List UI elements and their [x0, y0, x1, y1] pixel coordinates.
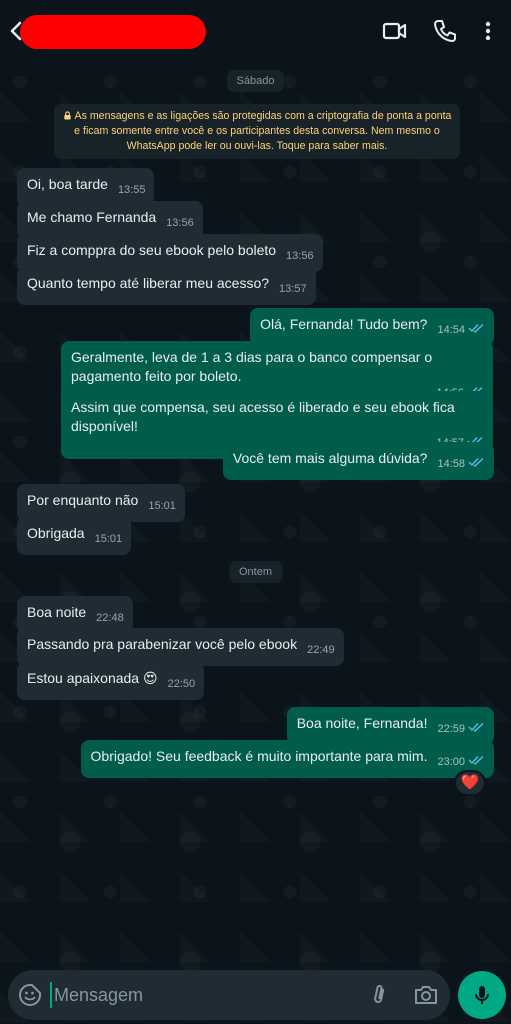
date-separator: Sábado: [226, 70, 285, 92]
message-text: Geralmente, leva de 1 a 3 dias para o ba…: [71, 349, 433, 384]
video-call-button[interactable]: [382, 18, 408, 44]
message-time: 22:48: [96, 612, 124, 624]
message-incoming[interactable]: Obrigada 15:01: [17, 517, 132, 555]
heart-reaction[interactable]: ❤️: [454, 770, 486, 796]
message-text: Obrigada: [27, 525, 85, 541]
message-text: Fiz a comppra do seu ebook pelo boleto: [27, 242, 277, 258]
contact-name-redacted[interactable]: [20, 15, 206, 49]
composer-bar: [8, 970, 450, 1020]
lock-icon: [63, 111, 71, 120]
message-time: 13:56: [166, 217, 194, 229]
message-time: 14:58: [437, 458, 465, 470]
message-incoming[interactable]: Passando pra parabenizar você pelo ebook…: [17, 628, 344, 666]
microphone-icon: [475, 986, 489, 1004]
message-text: Estou apaixonada 😍: [27, 670, 158, 686]
message-time: 22:59: [437, 723, 465, 735]
message-time: 22:50: [167, 678, 196, 690]
message-time: 14:54: [437, 324, 465, 336]
paperclip-icon: [374, 984, 385, 1003]
read-ticks-icon: [468, 457, 484, 467]
message-text: Olá, Fernanda! Tudo bem?: [260, 316, 428, 332]
message-time: 15:01: [148, 500, 176, 512]
voice-message-button[interactable]: [458, 971, 506, 1019]
message-text: Me chamo Fernanda: [27, 209, 157, 225]
message-text: Boa noite: [27, 604, 87, 620]
message-input[interactable]: [50, 982, 350, 1008]
encryption-notice[interactable]: As mensagens e as ligações são protegida…: [54, 104, 460, 159]
camera-icon: [415, 986, 437, 1004]
read-ticks-icon: [468, 323, 484, 333]
voice-call-button[interactable]: [432, 18, 458, 44]
date-separator: Ontem: [228, 561, 283, 583]
read-ticks-icon: [468, 722, 484, 732]
message-time: 13:56: [286, 250, 314, 262]
chat-header: [0, 0, 511, 62]
message-time: 13:57: [279, 283, 307, 295]
message-text: Passando pra parabenizar você pelo ebook: [27, 636, 298, 652]
encryption-notice-text: As mensagens e as ligações são protegida…: [74, 110, 452, 152]
more-vert-icon: [485, 21, 491, 41]
message-time: 22:49: [307, 644, 335, 656]
message-text: Por enquanto não: [27, 492, 139, 508]
message-text: Obrigado! Seu feedback é muito important…: [90, 748, 428, 764]
message-time: 15:01: [94, 533, 123, 545]
emoji-button[interactable]: [18, 983, 42, 1007]
message-text: Você tem mais alguma dúvida?: [232, 450, 428, 466]
message-incoming[interactable]: Estou apaixonada 😍 22:50: [17, 662, 205, 700]
message-text: Quanto tempo até liberar meu acesso?: [27, 275, 270, 291]
attach-button[interactable]: [367, 983, 391, 1007]
read-ticks-icon: [468, 755, 484, 765]
message-incoming[interactable]: Quanto tempo até liberar meu acesso? 13:5…: [17, 267, 316, 305]
message-time: 13:55: [117, 184, 146, 196]
message-outgoing[interactable]: Obrigado! Seu feedback é muito important…: [80, 740, 494, 778]
menu-button[interactable]: [477, 18, 503, 44]
message-text: Oi, boa tarde: [27, 176, 108, 192]
sticker-emoji-icon: [19, 984, 41, 1006]
video-camera-icon: [382, 22, 407, 40]
message-outgoing[interactable]: Você tem mais alguma dúvida? 14:58: [222, 442, 494, 480]
phone-icon: [434, 20, 456, 42]
message-text: Assim que compensa, seu acesso é liberad…: [71, 399, 455, 434]
message-text: Boa noite, Fernanda!: [296, 715, 428, 731]
camera-button[interactable]: [413, 983, 439, 1007]
message-time: 23:00: [437, 756, 465, 768]
chat-messages[interactable]: Sábado As mensagens e as ligações são pr…: [0, 62, 511, 962]
